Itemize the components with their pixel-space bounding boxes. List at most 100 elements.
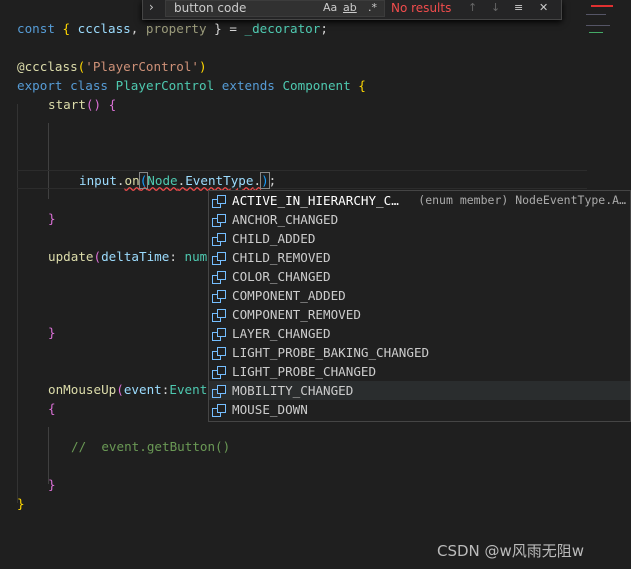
parameter: deltaTime [101,249,170,264]
suggestion-item[interactable]: LIGHT_PROBE_BAKING_CHANGED [209,343,630,362]
method-name: onMouseUp [48,382,117,397]
code-line[interactable]: input.on(Node.EventType.); [79,171,276,190]
find-results: No results [391,1,452,15]
punct: ( [116,382,124,397]
code-line[interactable]: } [48,209,56,228]
suggestion-item[interactable]: COLOR_CHANGED [209,267,630,286]
code-line[interactable]: const { ccclass, property } = _decorator… [17,19,328,38]
punct: . [116,173,125,188]
punct: ; [268,173,277,188]
enum-member-icon [212,213,226,227]
toggle-replace-icon[interactable]: › [149,0,154,14]
punct: , [130,21,146,36]
punct: ) [199,59,207,74]
suggestion-label: CHILD_ADDED [232,231,316,246]
match-case-button[interactable]: Aa [323,1,337,14]
match-word-button[interactable]: ab [343,1,357,14]
suggestion-label: MOUSE_DOWN [232,402,308,417]
suggestion-item[interactable]: ACTIVE_IN_HIERARCHY_C… (enum member) Node… [209,191,630,210]
keyword: export [17,78,63,93]
suggestion-item[interactable]: COMPONENT_REMOVED [209,305,630,324]
code-line[interactable]: } [48,323,56,342]
suggestion-item[interactable]: LIGHT_PROBE_CHANGED [209,362,630,381]
suggestion-widget: ACTIVE_IN_HIERARCHY_C… (enum member) Node… [208,190,631,422]
code-comment[interactable]: // event.getButton() [71,437,230,456]
code-line[interactable]: } [48,475,56,494]
close-icon[interactable]: ✕ [539,1,548,14]
suggestion-label: CHILD_REMOVED [232,250,331,265]
suggestion-detail: (enum member) NodeEventType.A… [418,193,626,207]
keyword: class [70,78,109,93]
method-name: on [124,173,140,188]
arrow-down-icon[interactable]: ↓ [491,1,500,14]
find-widget: › button code Aa ab .* No results ↑ ↓ ≡ … [142,0,562,20]
parameter: event [123,382,162,397]
minimap[interactable] [585,5,615,45]
keyword: const [17,21,55,36]
type: num [184,249,208,264]
code-line[interactable]: export class PlayerControl extends Compo… [17,76,366,95]
identifier: ccclass [77,21,131,36]
identifier: _decorator [244,21,321,36]
enum-member-icon [212,327,226,341]
keyword: extends [221,78,275,93]
enum-member-icon [212,232,226,246]
enum-member-icon [212,384,226,398]
code-line[interactable]: } [17,494,25,513]
punct: : [169,249,185,264]
enum-member-icon [212,289,226,303]
enum-member-icon [212,365,226,379]
regex-button[interactable]: .* [368,1,377,14]
code-line[interactable]: update(deltaTime: num [48,247,207,266]
punct: ( [93,249,102,264]
identifier: property [145,21,207,36]
suggestion-label: COMPONENT_ADDED [232,288,346,303]
punct: { [54,21,78,36]
punct: . [253,173,262,188]
punct: ) [260,172,270,189]
identifier: Node [147,173,178,188]
code-line[interactable]: start() { [48,95,116,114]
suggestion-label: COMPONENT_REMOVED [232,307,361,322]
suggestion-label: ANCHOR_CHANGED [232,212,339,227]
suggestion-label: LIGHT_PROBE_CHANGED [232,364,377,379]
method-name: update [48,249,94,264]
punct: ; [320,21,328,36]
suggestion-item[interactable]: ANCHOR_CHANGED [209,210,630,229]
enum-member-icon [212,346,226,360]
suggestion-label: LIGHT_PROBE_BAKING_CHANGED [232,345,430,360]
class-name: Component [282,78,351,93]
suggestion-label: MOBILITY_CHANGED [232,383,354,398]
enum-member-icon [212,308,226,322]
punct: () { [85,97,117,112]
suggestion-label: COLOR_CHANGED [232,269,331,284]
indent-guide [17,104,18,503]
enum-member-icon [212,403,226,417]
string: 'PlayerControl' [85,59,199,74]
code-line[interactable]: { [48,399,56,418]
watermark: CSDN @w风雨无阻w [437,542,585,560]
method-name: start [48,97,86,112]
enum-member-icon [212,270,226,284]
punct: } = [206,21,245,36]
suggestion-item[interactable]: MOUSE_DOWN [209,400,630,419]
suggestion-label: LAYER_CHANGED [232,326,331,341]
suggestion-item[interactable]: CHILD_ADDED [209,229,630,248]
class-name: PlayerControl [115,78,215,93]
suggestion-item[interactable]: COMPONENT_ADDED [209,286,630,305]
suggestion-item[interactable]: MOBILITY_CHANGED [209,381,630,400]
code-line[interactable]: onMouseUp(event:Event [48,380,207,399]
type: Event [169,382,208,397]
arrow-up-icon[interactable]: ↑ [468,1,477,14]
enum-member-icon [212,251,226,265]
suggestion-label: ACTIVE_IN_HIERARCHY_C… [232,193,399,208]
code-line[interactable]: @ccclass('PlayerControl') [17,57,207,76]
list-icon[interactable]: ≡ [514,1,523,14]
decorator: @ccclass [17,59,78,74]
suggestion-item[interactable]: LAYER_CHANGED [209,324,630,343]
suggestion-item[interactable]: CHILD_REMOVED [209,248,630,267]
identifier: EventType [185,173,254,188]
